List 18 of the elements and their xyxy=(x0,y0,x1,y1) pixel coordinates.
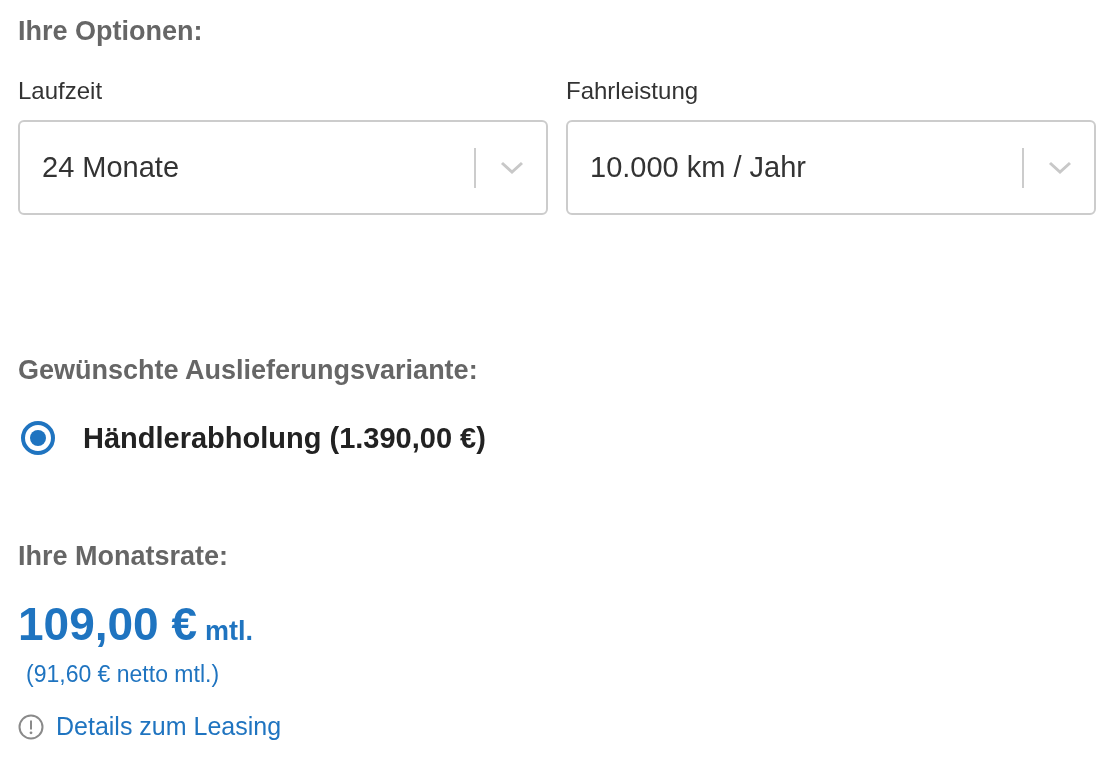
dropdown-select[interactable]: 10.000 km / Jahr xyxy=(566,120,1096,215)
select-value: 10.000 km / Jahr xyxy=(590,151,807,184)
monthly-price: 109,00 € xyxy=(18,597,198,651)
dropdown-select[interactable]: 24 Monate xyxy=(18,120,548,215)
chevron-down-icon xyxy=(500,160,524,175)
info-icon xyxy=(18,713,44,740)
radio-button[interactable] xyxy=(21,421,55,455)
select-value: 24 Monate xyxy=(42,151,181,184)
price-suffix: mtl. xyxy=(205,616,254,647)
chevron-down-icon xyxy=(1048,160,1072,175)
field-label: Laufzeit xyxy=(18,76,104,106)
radio-label: Händlerabholung (1.390,00 €) xyxy=(83,421,486,455)
net-price: (91,60 € netto mtl.) xyxy=(25,661,221,688)
section-heading: Gewünschte Auslieferungsvariante: xyxy=(18,354,479,387)
section-heading: Ihre Optionen: xyxy=(18,15,204,48)
field-label: Fahrleistung xyxy=(566,76,700,106)
section-heading: Ihre Monatsrate: xyxy=(18,540,230,573)
details-link[interactable]: Details zum Leasing xyxy=(56,712,282,741)
